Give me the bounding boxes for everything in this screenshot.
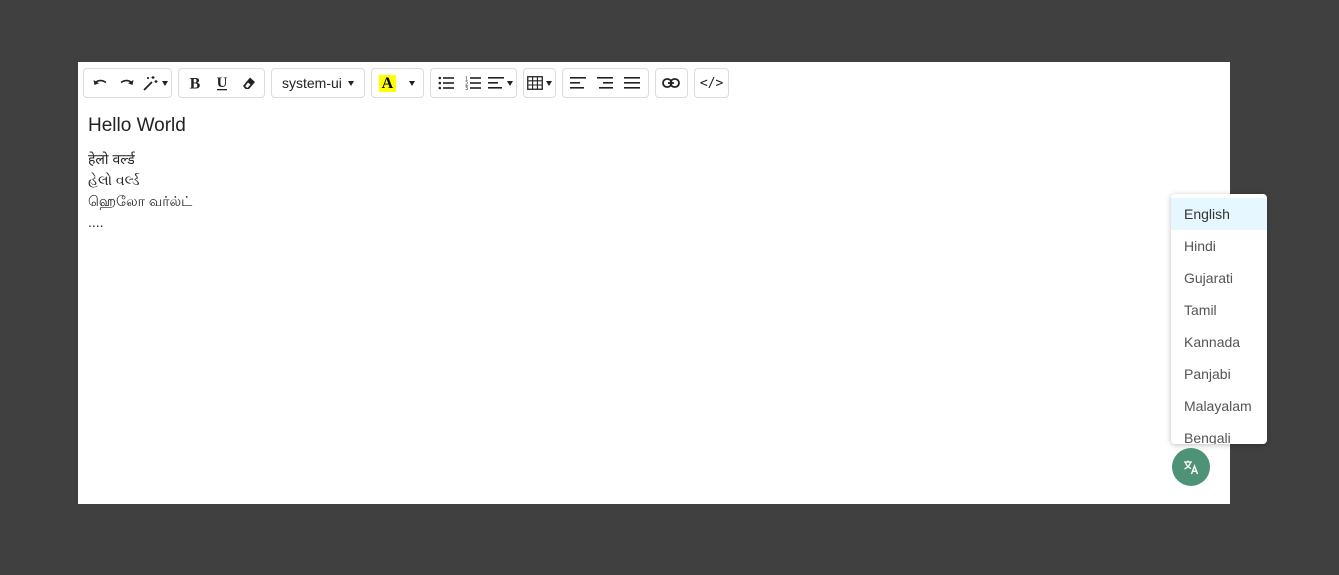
unordered-list-icon [438, 76, 455, 90]
content-line-tamil: ஹெலோ வர்ல்ட் [88, 193, 193, 209]
table-icon [527, 76, 543, 90]
language-option-panjabi[interactable]: Panjabi [1171, 358, 1267, 390]
language-option-english[interactable]: English [1171, 198, 1267, 230]
paragraph-group: 123 [429, 68, 517, 98]
content-line-hindi: हेलो वर्ल्ड [88, 151, 135, 167]
svg-text:B: B [189, 76, 200, 92]
numbered-list-button[interactable]: 123 [460, 69, 487, 97]
clear-format-button[interactable] [235, 69, 262, 97]
bold-button[interactable]: B [181, 69, 208, 97]
color-group: A [370, 68, 424, 98]
alignment-group [561, 68, 649, 98]
content-heading: Hello World [88, 115, 186, 136]
language-option-tamil[interactable]: Tamil [1171, 294, 1267, 326]
chevron-down-icon [162, 80, 168, 86]
chevron-down-icon [347, 80, 354, 86]
font-family-group: system-ui [271, 68, 365, 98]
rich-text-editor: B U system-ui A 1 2 3 </> Hello World हे… [78, 62, 1230, 504]
redo-button[interactable] [113, 69, 140, 97]
underline-icon: U [216, 75, 227, 91]
translate-icon [1184, 460, 1199, 475]
align-left-icon [570, 77, 587, 89]
code-view-button[interactable]: </> [697, 69, 726, 97]
code-group: </> [693, 68, 730, 98]
table-group [522, 68, 556, 98]
history-group [83, 68, 172, 98]
chevron-down-icon [409, 80, 416, 86]
language-option-malayalam[interactable]: Malayalam [1171, 390, 1267, 422]
bold-icon: B [189, 76, 200, 92]
insert-link-button[interactable] [658, 69, 685, 97]
underline-button[interactable]: U [208, 69, 235, 97]
language-option-bengali[interactable]: Bengali [1171, 422, 1267, 444]
undo-icon [93, 79, 106, 85]
bullet-list-button[interactable] [433, 69, 460, 97]
eraser-icon [242, 77, 255, 89]
table-dropdown[interactable] [526, 69, 553, 97]
align-left-button[interactable] [565, 69, 592, 97]
content-line-gujarati: હેલો વર્લ્ડ [88, 172, 140, 188]
editor-toolbar: B U system-ui A 1 2 3 </> [83, 67, 735, 99]
align-justify-icon [624, 77, 641, 89]
align-right-button[interactable] [592, 69, 619, 97]
translate-button[interactable] [1172, 448, 1210, 486]
language-option-hindi[interactable]: Hindi [1171, 230, 1267, 262]
font-family-select[interactable]: system-ui [274, 69, 362, 97]
language-menu: English Hindi Gujarati Tamil Kannada Pan… [1171, 194, 1267, 444]
chevron-down-icon [506, 80, 513, 86]
code-icon: </> [699, 75, 724, 91]
color-picker-dropdown[interactable] [401, 69, 421, 97]
svg-text:3: 3 [465, 86, 468, 90]
align-justify-button[interactable] [619, 69, 646, 97]
align-right-icon [597, 77, 614, 89]
redo-icon [120, 79, 133, 85]
language-option-gujarati[interactable]: Gujarati [1171, 262, 1267, 294]
editor-content[interactable]: Hello World हेलो वर्ल्ड હેલો વર્લ્ડ ஹெலோ… [88, 114, 192, 233]
ordered-list-icon: 123 [465, 77, 482, 90]
font-family-value: system-ui [282, 75, 342, 91]
link-group [654, 68, 688, 98]
paragraph-align-dropdown[interactable] [487, 69, 514, 97]
magic-wand-icon [143, 76, 158, 91]
align-left-icon [487, 77, 504, 89]
svg-text:U: U [216, 75, 227, 91]
chevron-down-icon [545, 80, 552, 86]
language-option-kannada[interactable]: Kannada [1171, 326, 1267, 358]
highlight-color-button[interactable]: A [374, 69, 401, 97]
undo-button[interactable] [86, 69, 113, 97]
content-line-ellipsis: .... [88, 214, 104, 230]
magic-style-button[interactable] [140, 69, 169, 97]
text-style-group: B U [178, 68, 265, 98]
link-icon [662, 78, 681, 88]
text-color-icon: A [378, 74, 396, 92]
